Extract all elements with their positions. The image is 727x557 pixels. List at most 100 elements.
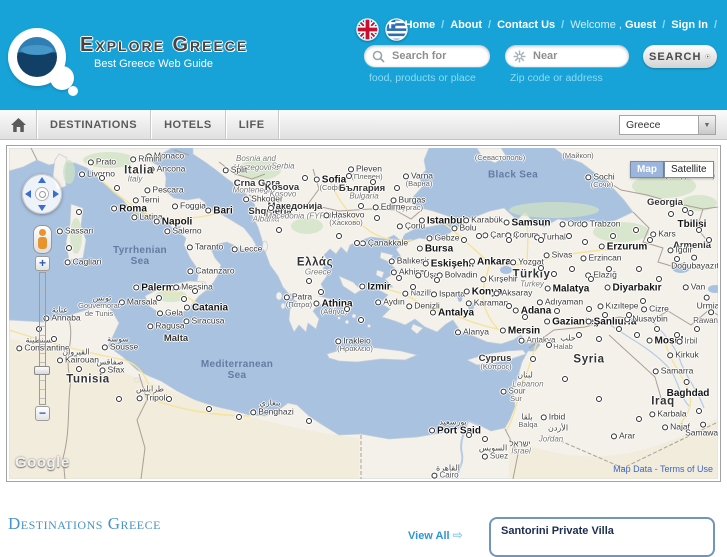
region-select-value: Greece xyxy=(626,119,661,131)
map-label: Syria xyxy=(573,353,605,366)
map-label: Sochi xyxy=(585,171,615,181)
map-label: Italia xyxy=(124,164,154,177)
map-label: Şanlıurfa xyxy=(585,317,636,328)
map-label: (София) xyxy=(319,182,349,192)
uk-flag-icon[interactable] xyxy=(356,18,379,41)
guest-link[interactable]: Guest xyxy=(625,19,656,31)
map-city-dot xyxy=(606,266,612,272)
map-label: Akhisar xyxy=(390,266,427,276)
map-city-dot xyxy=(554,308,560,314)
map-label: (Αθήνα) xyxy=(320,306,348,316)
pan-center-icon[interactable] xyxy=(35,187,49,201)
map-label: Lecce xyxy=(231,243,262,253)
nav-link-home[interactable]: Home xyxy=(405,19,436,31)
map-city-dot xyxy=(482,436,488,442)
map-label: Adıyaman xyxy=(536,296,583,306)
map-label: Salerno xyxy=(164,225,202,235)
terms-link[interactable]: Terms of Use xyxy=(660,464,713,474)
map-label: بورسعيد xyxy=(439,417,467,427)
map-label: Erzurum xyxy=(598,242,647,253)
map-canvas[interactable]: Monaco Prato Rimini Ancona Italia Italy Livorn… xyxy=(9,148,718,479)
pan-control[interactable] xyxy=(22,174,62,214)
map-label: Pleven xyxy=(348,163,382,173)
zoom-in-button[interactable]: + xyxy=(35,256,50,271)
zoom-slider-track[interactable] xyxy=(39,272,46,405)
map-label: الأردن xyxy=(547,423,569,433)
region-select[interactable]: Greece ▼ xyxy=(619,115,716,135)
search-field-wrap xyxy=(364,45,490,67)
map-label: Arar xyxy=(610,430,635,440)
map-label: Samarra xyxy=(652,365,693,375)
map-label: Cairo xyxy=(431,471,459,479)
map-label: Cagliari xyxy=(64,256,101,266)
map-data-link[interactable]: Map Data xyxy=(613,464,652,474)
view-all-link[interactable]: View All ⇨ xyxy=(408,528,463,542)
map-city-dot xyxy=(354,240,360,246)
arrow-right-icon: ⇨ xyxy=(452,528,463,542)
street-view-pegman[interactable] xyxy=(33,225,52,254)
map-label: Çanakkale xyxy=(359,237,408,247)
map-label: Halab xyxy=(553,341,573,351)
map-label: Gebze xyxy=(426,232,460,242)
map-label: Malta xyxy=(163,332,189,344)
satellite-view-button[interactable]: Satellite xyxy=(664,161,714,178)
signin-link[interactable]: Sign In xyxy=(671,19,708,31)
site-tagline: Best Greece Web Guide xyxy=(94,58,214,70)
map-label: (Ηράκλειο) xyxy=(337,343,373,353)
pan-up-icon[interactable] xyxy=(38,177,46,183)
map-label: Sousse xyxy=(101,341,138,351)
map-label: Konya xyxy=(463,287,502,298)
nav-link-about[interactable]: About xyxy=(450,19,482,31)
map-label: Armenia xyxy=(672,239,712,251)
search-button[interactable]: SEARCH xyxy=(643,45,717,68)
map-city-dot xyxy=(674,256,680,262)
tab-life[interactable]: LIFE xyxy=(226,110,278,139)
map-label: طرابلس xyxy=(135,384,165,394)
map-label: تونس xyxy=(92,293,112,303)
map-city-dot xyxy=(166,396,172,402)
pan-down-icon[interactable] xyxy=(38,205,46,211)
tab-destinations[interactable]: DESTINATIONS xyxy=(37,110,150,139)
pan-right-icon[interactable] xyxy=(53,190,59,198)
pan-left-icon[interactable] xyxy=(25,190,31,198)
map-label: Irakleio xyxy=(335,335,371,345)
map-label: Mediterranean Sea xyxy=(200,359,274,381)
home-icon xyxy=(10,117,26,132)
map-city-dot xyxy=(344,306,350,312)
map-label: Israel xyxy=(511,446,531,456)
map-label: بنغازي xyxy=(259,398,281,408)
map-city-dot xyxy=(546,342,552,348)
map-label: Black Sea xyxy=(488,169,538,181)
map-label: Varna xyxy=(402,170,433,180)
map-attribution: Map Data - Terms of Use xyxy=(613,464,713,474)
chevron-down-icon[interactable]: ▼ xyxy=(698,116,715,134)
zoom-slider-handle[interactable] xyxy=(34,366,50,375)
map-city-dot xyxy=(647,237,653,243)
map-label: Balqa xyxy=(518,419,538,429)
map-label: Ordu xyxy=(559,218,586,228)
map-city-dot xyxy=(656,276,662,282)
map-city-dot xyxy=(206,406,212,412)
map-label: Irbid xyxy=(540,411,565,421)
map-city-dot xyxy=(610,233,616,239)
map-label: Çorum xyxy=(505,229,539,239)
near-input[interactable] xyxy=(531,49,623,63)
site-logo[interactable]: Explore Greece Best Greece Web Guide xyxy=(8,26,348,96)
map-label: Athina xyxy=(313,299,353,310)
zoom-out-button[interactable]: − xyxy=(35,406,50,421)
map-city-dot xyxy=(596,336,602,342)
tab-hotels[interactable]: HOTELS xyxy=(151,110,225,139)
navbar-separator xyxy=(277,110,279,139)
map-city-dot xyxy=(506,237,512,243)
map-label: Tripoli xyxy=(136,392,167,402)
destination-card[interactable]: Santorini Private Villa xyxy=(489,517,715,557)
search-input[interactable] xyxy=(390,49,482,63)
map-label: Istanbul xyxy=(418,216,465,227)
home-tab[interactable] xyxy=(0,110,36,139)
map-view-button[interactable]: Map xyxy=(630,161,664,178)
map-label: Македонија xyxy=(267,200,323,212)
nav-link-contact[interactable]: Contact Us xyxy=(497,19,555,31)
map-city-dot xyxy=(551,271,557,277)
near-field-wrap xyxy=(505,45,629,67)
map-label: Georgia xyxy=(647,196,683,208)
